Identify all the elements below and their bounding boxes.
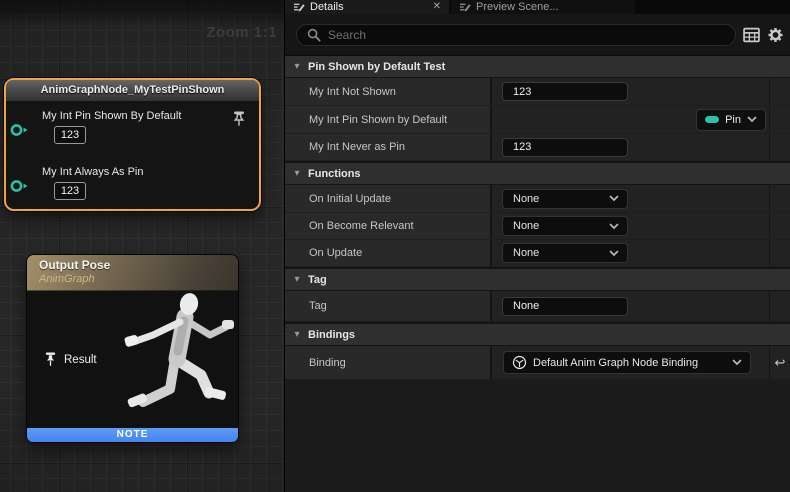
on-update-dropdown[interactable]: None <box>502 243 628 263</box>
property-row: On Initial Update None <box>285 185 790 213</box>
category-functions[interactable]: ▾ Functions <box>285 163 790 185</box>
property-row: Binding Default Anim Graph Node Binding <box>285 346 790 380</box>
my-int-never-as-pin-input[interactable]: 123 <box>502 138 628 157</box>
property-label: Binding <box>285 346 490 379</box>
pin-label: My Int Always As Pin <box>42 166 143 178</box>
note-banner[interactable]: NOTE <box>27 428 238 442</box>
property-row: My Int Not Shown 123 <box>285 78 790 106</box>
result-pin-label: Result <box>64 354 97 366</box>
on-initial-update-dropdown[interactable]: None <box>502 189 628 209</box>
chevron-down-icon <box>609 195 619 202</box>
details-toolbar: Search <box>285 14 790 56</box>
binding-dropdown[interactable]: Default Anim Graph Node Binding <box>503 351 751 374</box>
output-pose-subtitle: AnimGraph <box>39 273 238 285</box>
unreal-editor-window: Zoom 1:1 AnimGraphNode_MyTestPinShown My… <box>0 0 790 492</box>
on-become-relevant-dropdown[interactable]: None <box>502 216 628 236</box>
node-title[interactable]: AnimGraphNode_MyTestPinShown <box>6 80 259 102</box>
output-pose-body: Result <box>27 291 238 428</box>
category-tag[interactable]: ▾ Tag <box>285 269 790 291</box>
int-pin-icon[interactable] <box>10 123 30 137</box>
tab-preview-scene[interactable]: Preview Scene... <box>451 0 635 14</box>
pin-label: My Int Pin Shown By Default <box>42 110 181 122</box>
property-label: My Int Not Shown <box>285 78 490 105</box>
chevron-down-icon <box>747 116 757 123</box>
close-icon[interactable]: ✕ <box>433 2 441 12</box>
my-int-not-shown-input[interactable]: 123 <box>502 82 628 101</box>
chevron-down-icon[interactable]: ▾ <box>289 329 305 340</box>
chevron-down-icon <box>732 359 742 366</box>
chevron-down-icon[interactable]: ▾ <box>289 61 305 72</box>
property-label: My Int Pin Shown by Default <box>285 106 490 133</box>
binding-sphere-icon <box>512 355 527 370</box>
preview-scene-tab-icon <box>459 2 471 13</box>
pose-pin-icon <box>43 351 58 368</box>
property-row: Tag None <box>285 291 790 322</box>
output-pose-title: Output Pose <box>39 258 238 272</box>
zoom-level-label: Zoom 1:1 <box>206 24 277 41</box>
tag-input[interactable]: None <box>502 297 628 316</box>
anim-graph-node[interactable]: AnimGraphNode_MyTestPinShown My Int Pin … <box>4 78 261 211</box>
property-label: On Update <box>285 240 490 266</box>
chevron-down-icon[interactable]: ▾ <box>289 168 305 179</box>
details-panel: Details ✕ Preview Scene... Search <box>284 0 790 492</box>
chevron-down-icon <box>609 250 619 257</box>
property-label: Tag <box>285 291 490 321</box>
category-pin-shown-by-default-test[interactable]: ▾ Pin Shown by Default Test <box>285 56 790 78</box>
result-pose-pin[interactable]: Result <box>43 351 97 368</box>
display-filter-grid-icon[interactable] <box>743 27 760 43</box>
tab-details[interactable]: Details ✕ <box>285 0 449 14</box>
panel-tab-bar: Details ✕ Preview Scene... <box>285 0 790 14</box>
int-pin-icon[interactable] <box>10 179 30 193</box>
property-row: On Update None <box>285 240 790 267</box>
category-bindings[interactable]: ▾ Bindings <box>285 324 790 346</box>
chevron-down-icon[interactable]: ▾ <box>289 274 305 285</box>
property-row: On Become Relevant None <box>285 213 790 240</box>
property-rows: ▾ Pin Shown by Default Test My Int Not S… <box>285 56 790 492</box>
pin-pill-icon <box>705 116 719 123</box>
pin-value-input[interactable]: 123 <box>54 182 86 200</box>
tab-label: Preview Scene... <box>476 1 559 13</box>
details-empty-area <box>285 380 790 492</box>
tab-label: Details <box>310 1 344 13</box>
property-label: On Initial Update <box>285 185 490 212</box>
pin-tack-icon[interactable] <box>231 110 247 128</box>
search-input[interactable]: Search <box>296 24 736 46</box>
output-pose-header[interactable]: Output Pose AnimGraph <box>27 255 238 291</box>
property-row: My Int Never as Pin 123 <box>285 134 790 161</box>
property-label: On Become Relevant <box>285 213 490 239</box>
search-icon <box>307 28 321 42</box>
output-pose-node[interactable]: Output Pose AnimGraph <box>26 254 239 443</box>
reset-to-default-icon[interactable]: ↩ <box>775 356 786 369</box>
pin-value-input[interactable]: 123 <box>54 126 86 144</box>
details-tab-icon <box>293 2 305 13</box>
pin-dropdown[interactable]: Pin <box>696 109 766 131</box>
gear-icon[interactable] <box>767 27 784 43</box>
chevron-down-icon <box>609 223 619 230</box>
search-placeholder: Search <box>328 28 366 42</box>
property-label: My Int Never as Pin <box>285 134 490 160</box>
property-row: My Int Pin Shown by Default Pin <box>285 106 790 134</box>
graph-editor-canvas[interactable]: Zoom 1:1 AnimGraphNode_MyTestPinShown My… <box>0 0 284 492</box>
